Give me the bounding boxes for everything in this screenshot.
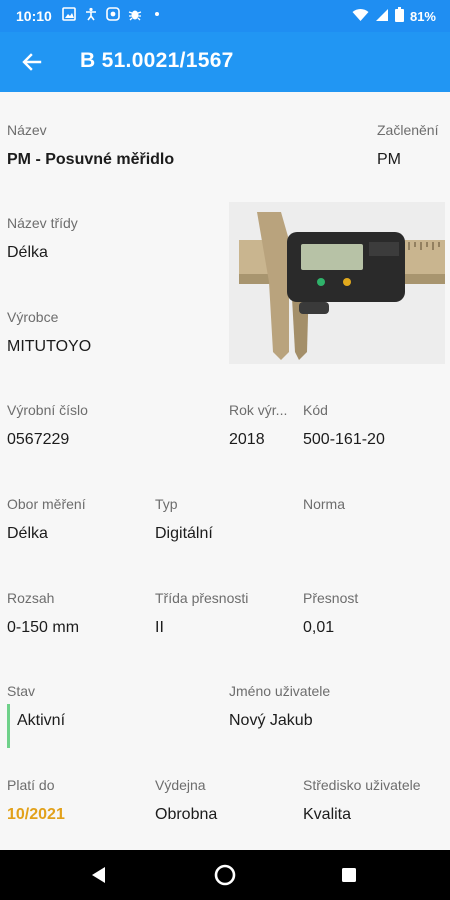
field-kod: Kód 500-161-20 xyxy=(303,402,443,449)
system-navigation-bar xyxy=(0,850,450,900)
field-label: Kód xyxy=(303,402,328,418)
battery-percent: 81% xyxy=(409,8,436,24)
product-photo[interactable] xyxy=(229,202,445,364)
field-value: II xyxy=(155,619,164,636)
status-notification-icons xyxy=(62,7,164,24)
field-nazev: Název PM - Posuvné měřidlo xyxy=(7,122,367,169)
field-trida-presnosti: Třída přesnosti II xyxy=(155,590,295,637)
field-value: 500-161-20 xyxy=(303,431,385,448)
field-value: Obrobna xyxy=(155,806,218,823)
field-label: Název xyxy=(7,122,47,138)
nav-home-button[interactable] xyxy=(212,862,238,888)
back-triangle-icon xyxy=(92,867,105,883)
field-plati-do: Platí do 10/2021 xyxy=(7,777,147,824)
app-icon xyxy=(106,7,120,24)
recents-square-icon xyxy=(342,868,356,882)
wifi-icon xyxy=(352,8,369,25)
image-icon xyxy=(62,7,76,24)
field-label: Jméno uživatele xyxy=(229,683,331,699)
field-label: Začlenění xyxy=(377,122,439,138)
field-jmeno-uzivatele: Jméno uživatele Nový Jakub xyxy=(229,683,443,730)
field-value: PM - Posuvné měřidlo xyxy=(7,151,175,168)
bug-icon xyxy=(128,7,142,24)
field-zacleneni: Začlenění PM xyxy=(377,122,447,169)
nav-recents-button[interactable] xyxy=(336,862,362,888)
field-vyrobni-cislo: Výrobní číslo 0567229 xyxy=(7,402,217,449)
field-label: Rok výr... xyxy=(229,402,288,418)
field-value: MITUTOYO xyxy=(7,338,92,355)
caliper-image xyxy=(229,202,445,364)
field-label: Stav xyxy=(7,683,36,699)
battery-icon xyxy=(394,7,404,25)
status-bar: 10:10 81% xyxy=(0,0,450,32)
field-value: 10/2021 xyxy=(7,806,65,823)
field-label: Obor měření xyxy=(7,496,86,512)
field-norma: Norma xyxy=(303,496,443,525)
field-rok-vyroby: Rok výr... 2018 xyxy=(229,402,295,449)
field-nazev-tridy: Název třídy Délka xyxy=(7,215,217,262)
field-value: 0-150 mm xyxy=(7,619,80,636)
accessibility-icon xyxy=(84,7,98,24)
field-value: Délka xyxy=(7,525,48,542)
field-stav: Stav Aktivní xyxy=(7,683,217,730)
dot-icon xyxy=(150,7,164,24)
field-label: Výdejna xyxy=(155,777,206,793)
field-vydejna: Výdejna Obrobna xyxy=(155,777,295,824)
field-typ: Typ Digitální xyxy=(155,496,295,543)
status-system-icons: 81% xyxy=(352,7,436,25)
field-value: PM xyxy=(377,151,401,168)
nav-back-button[interactable] xyxy=(86,862,112,888)
field-vyrobce: Výrobce MITUTOYO xyxy=(7,309,217,356)
home-circle-icon xyxy=(214,864,236,886)
field-label: Název třídy xyxy=(7,215,78,231)
field-value: 2018 xyxy=(229,431,265,448)
field-value: Nový Jakub xyxy=(229,712,313,729)
field-value: Digitální xyxy=(155,525,213,542)
field-value: 0567229 xyxy=(7,431,70,448)
field-value: 0,01 xyxy=(303,619,335,636)
page-title: B 51.0021/1567 xyxy=(80,49,234,72)
status-time: 10:10 xyxy=(16,8,52,24)
detail-content: Název PM - Posuvné měřidlo Začlenění PM … xyxy=(0,92,450,850)
field-label: Typ xyxy=(155,496,178,512)
field-label: Třída přesnosti xyxy=(155,590,249,606)
signal-icon xyxy=(375,8,389,25)
app-bar: B 51.0021/1567 xyxy=(0,32,450,92)
back-button[interactable] xyxy=(16,46,48,78)
arrow-left-icon xyxy=(22,53,42,71)
field-obor-mereni: Obor měření Délka xyxy=(7,496,147,543)
active-status-indicator xyxy=(7,704,10,748)
field-label: Výrobní číslo xyxy=(7,402,88,418)
field-value: Kvalita xyxy=(303,806,352,823)
field-label: Přesnost xyxy=(303,590,359,606)
field-stredisko: Středisko uživatele Kvalita xyxy=(303,777,448,824)
field-label: Rozsah xyxy=(7,590,55,606)
field-label: Výrobce xyxy=(7,309,59,325)
field-presnost: Přesnost 0,01 xyxy=(303,590,443,637)
field-label: Norma xyxy=(303,496,346,512)
field-label: Středisko uživatele xyxy=(303,777,421,793)
field-value: Délka xyxy=(7,244,48,261)
field-label: Platí do xyxy=(7,777,55,793)
field-rozsah: Rozsah 0-150 mm xyxy=(7,590,147,637)
field-value: Aktivní xyxy=(17,712,66,729)
